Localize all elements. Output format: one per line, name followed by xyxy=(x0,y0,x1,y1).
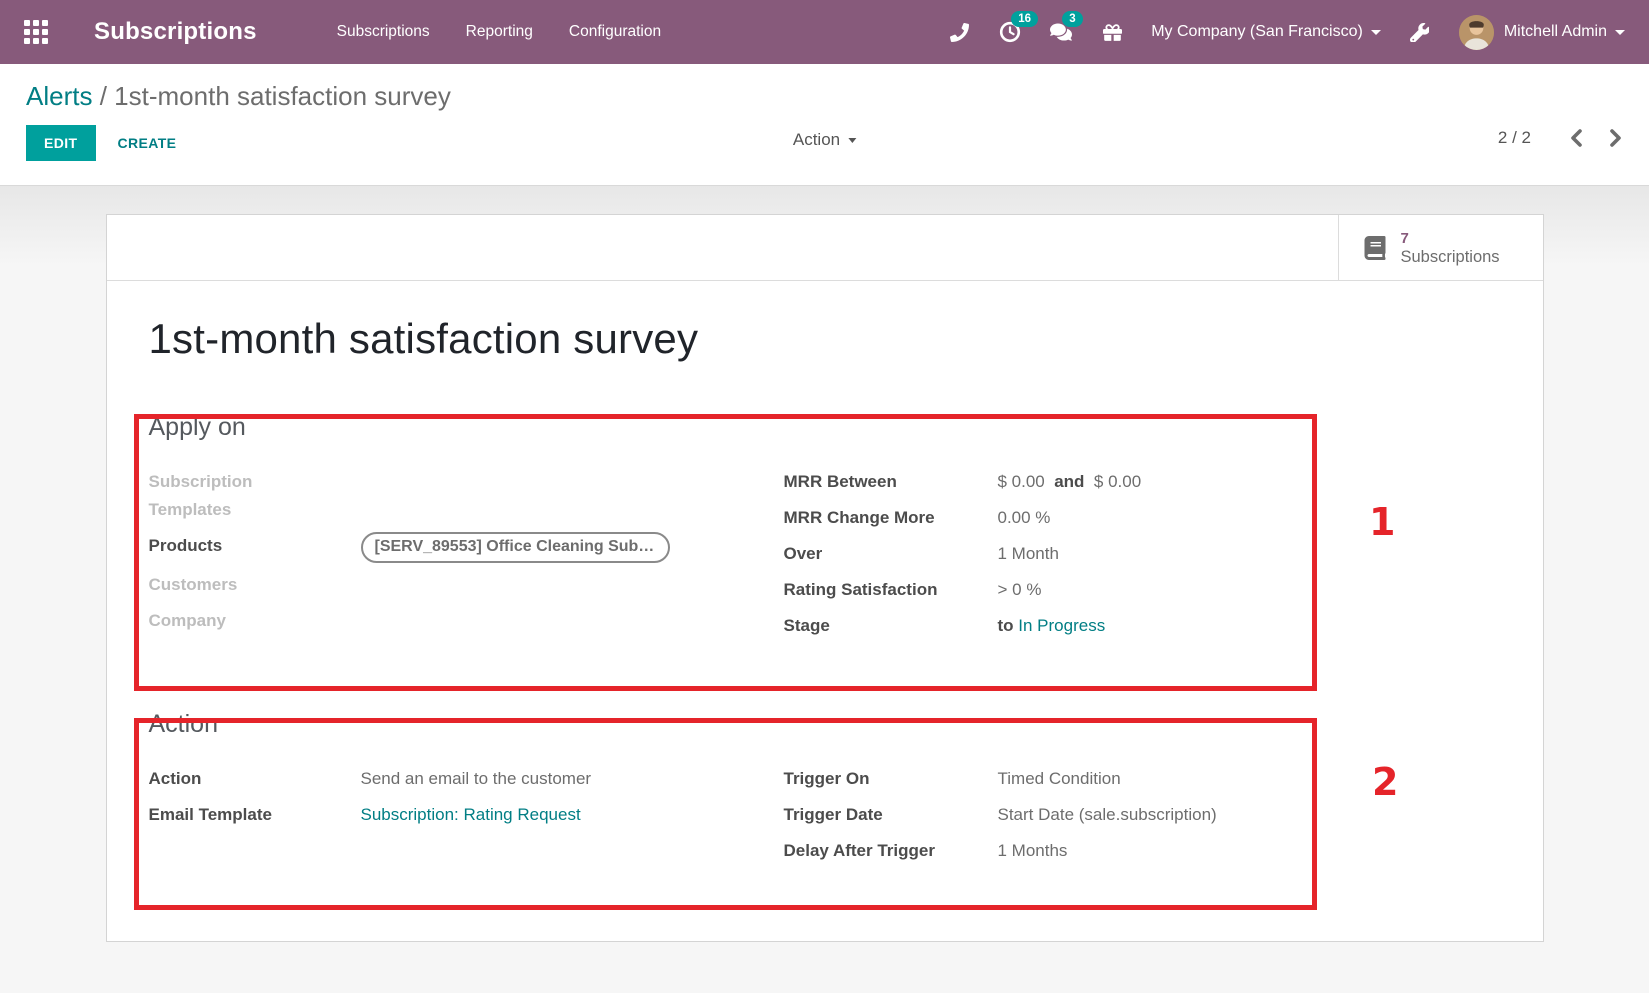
form-sheet: 7 Subscriptions 1st-month satisfaction s… xyxy=(106,214,1544,942)
action-heading: Action xyxy=(149,710,1501,739)
trigger-date-value: Start Date (sale.subscription) xyxy=(998,801,1217,829)
action-value: Send an email to the customer xyxy=(361,765,592,793)
breadcrumb-alerts-link[interactable]: Alerts xyxy=(26,81,92,111)
email-template-label: Email Template xyxy=(149,801,361,829)
mrr-min-value: $ 0.00 xyxy=(998,472,1045,491)
stat-label: Subscriptions xyxy=(1401,248,1500,267)
menu-reporting[interactable]: Reporting xyxy=(466,0,533,64)
mrr-change-value: 0.00 % xyxy=(998,504,1051,532)
record-title: 1st-month satisfaction survey xyxy=(149,315,1501,363)
field-stage: Stage to In Progress xyxy=(784,612,1501,640)
form-view-background: 7 Subscriptions 1st-month satisfaction s… xyxy=(0,186,1649,993)
breadcrumb-current: 1st-month satisfaction survey xyxy=(114,81,451,111)
gift-icon[interactable] xyxy=(1100,20,1124,44)
trigger-on-value: Timed Condition xyxy=(998,765,1121,793)
field-customers: Customers xyxy=(149,571,784,599)
menu-subscriptions[interactable]: Subscriptions xyxy=(337,0,430,64)
mrr-between-label: MRR Between xyxy=(784,468,998,496)
top-navbar: Subscriptions Subscriptions Reporting Co… xyxy=(0,0,1649,64)
create-button[interactable]: CREATE xyxy=(118,135,177,151)
field-trigger-on: Trigger On Timed Condition xyxy=(784,765,1501,793)
messages-icon[interactable]: 3 xyxy=(1049,20,1073,44)
field-email-template: Email Template Subscription: Rating Requ… xyxy=(149,801,784,829)
apply-on-heading: Apply on xyxy=(149,413,1501,442)
delay-after-trigger-label: Delay After Trigger xyxy=(784,837,998,865)
email-template-link[interactable]: Subscription: Rating Request xyxy=(361,805,581,824)
subscriptions-stat-button[interactable]: 7 Subscriptions xyxy=(1338,215,1543,280)
action-dropdown[interactable]: Action xyxy=(793,130,856,150)
pager-next-icon[interactable] xyxy=(1609,128,1623,148)
field-over: Over 1 Month xyxy=(784,540,1501,568)
delay-after-trigger-value: 1 Months xyxy=(998,837,1068,865)
chevron-down-icon xyxy=(1371,30,1381,35)
stage-to-text: to xyxy=(998,616,1014,635)
systray: 16 3 My Company (San Francisco) Mitchell… xyxy=(947,15,1625,50)
pager-value[interactable]: 2 / 2 xyxy=(1498,128,1531,148)
action-dropdown-label: Action xyxy=(793,130,840,150)
field-products: Products [SERV_89553] Office Cleaning Su… xyxy=(149,532,784,563)
field-delay-after-trigger: Delay After Trigger 1 Months xyxy=(784,837,1501,865)
action-section: Action Action Send an email to the custo… xyxy=(149,710,1501,873)
field-action: Action Send an email to the customer xyxy=(149,765,784,793)
breadcrumb: Alerts / 1st-month satisfaction survey xyxy=(26,80,1623,112)
company-name: My Company (San Francisco) xyxy=(1151,23,1363,41)
over-value: 1 Month xyxy=(998,540,1059,568)
rating-satisfaction-value: > 0 % xyxy=(998,576,1042,604)
chevron-down-icon xyxy=(848,138,856,143)
products-label: Products xyxy=(149,532,361,560)
field-trigger-date: Trigger Date Start Date (sale.subscripti… xyxy=(784,801,1501,829)
field-mrr-between: MRR Between $ 0.00 and $ 0.00 xyxy=(784,468,1501,496)
button-box: 7 Subscriptions xyxy=(107,215,1543,281)
mrr-change-label: MRR Change More xyxy=(784,504,998,532)
book-icon xyxy=(1363,236,1387,260)
action-label: Action xyxy=(149,765,361,793)
pager-previous-icon[interactable] xyxy=(1569,128,1583,148)
product-tag: [SERV_89553] Office Cleaning Sub… xyxy=(361,532,671,563)
menu-configuration[interactable]: Configuration xyxy=(569,0,661,64)
stage-label: Stage xyxy=(784,612,998,640)
chevron-down-icon xyxy=(1615,30,1625,35)
voip-phone-icon[interactable] xyxy=(947,20,971,44)
apps-menu-icon[interactable] xyxy=(24,20,48,44)
app-brand[interactable]: Subscriptions xyxy=(94,18,257,46)
message-count-badge: 3 xyxy=(1062,11,1082,27)
company-switcher[interactable]: My Company (San Francisco) xyxy=(1151,23,1381,41)
trigger-date-label: Trigger Date xyxy=(784,801,998,829)
user-avatar xyxy=(1459,15,1494,50)
user-menu[interactable]: Mitchell Admin xyxy=(1459,15,1625,50)
field-mrr-change-more: MRR Change More 0.00 % xyxy=(784,504,1501,532)
user-name: Mitchell Admin xyxy=(1504,23,1607,41)
company-label: Company xyxy=(149,607,361,635)
apply-on-section: Apply on Subscription Templates Products… xyxy=(149,413,1501,648)
stat-count: 7 xyxy=(1401,229,1500,248)
field-subscription-templates: Subscription Templates xyxy=(149,468,784,524)
breadcrumb-separator: / xyxy=(100,81,107,111)
field-company: Company xyxy=(149,607,784,635)
customers-label: Customers xyxy=(149,571,361,599)
mrr-max-value: $ 0.00 xyxy=(1094,472,1141,491)
mrr-and-text: and xyxy=(1054,472,1084,491)
record-pager: 2 / 2 xyxy=(1498,128,1623,148)
edit-button[interactable]: EDIT xyxy=(26,125,96,161)
over-label: Over xyxy=(784,540,998,568)
activity-count-badge: 16 xyxy=(1011,11,1038,27)
tools-icon[interactable] xyxy=(1408,20,1432,44)
field-rating-satisfaction: Rating Satisfaction > 0 % xyxy=(784,576,1501,604)
activities-clock-icon[interactable]: 16 xyxy=(998,20,1022,44)
subscription-templates-label: Subscription Templates xyxy=(149,468,267,524)
app-menu: Subscriptions Reporting Configuration xyxy=(337,0,661,64)
rating-satisfaction-label: Rating Satisfaction xyxy=(784,576,998,604)
stage-value-link[interactable]: In Progress xyxy=(1018,616,1105,635)
trigger-on-label: Trigger On xyxy=(784,765,998,793)
control-panel: Alerts / 1st-month satisfaction survey E… xyxy=(0,64,1649,186)
